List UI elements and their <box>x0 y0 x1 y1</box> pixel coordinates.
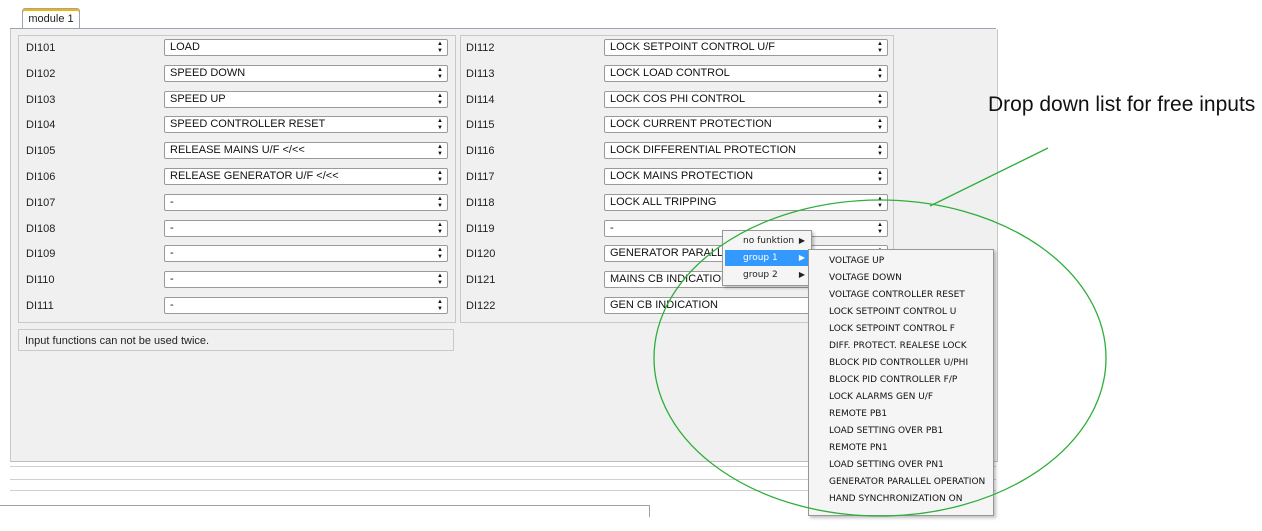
annotation-ellipse <box>653 199 1107 517</box>
annotation-overlay <box>653 147 1107 517</box>
annotation-pointer-line <box>929 147 1049 207</box>
